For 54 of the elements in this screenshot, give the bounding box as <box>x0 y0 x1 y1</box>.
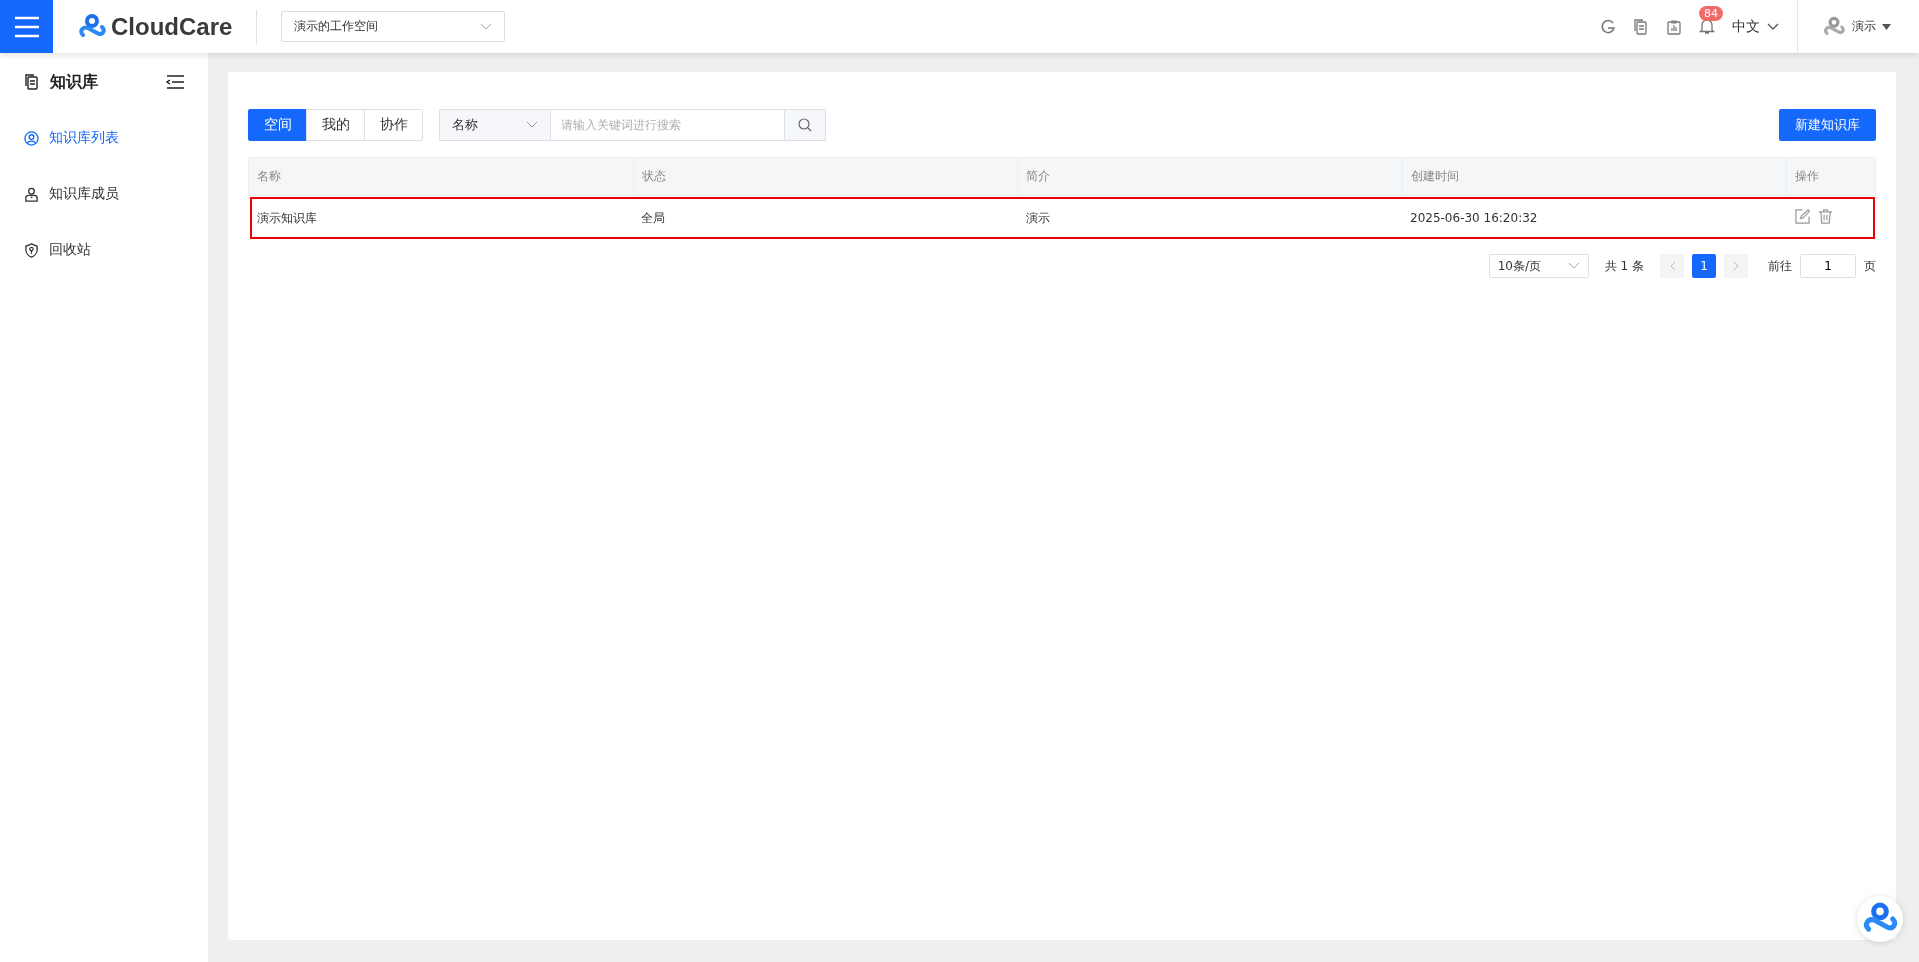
chevron-left-icon <box>1668 261 1676 271</box>
document-icon <box>24 74 40 90</box>
new-knowledge-base-button[interactable]: 新建知识库 <box>1779 109 1876 141</box>
logo-text: CloudCare <box>111 12 233 41</box>
table-cell: 演示 <box>1017 195 1402 240</box>
chevron-down-icon <box>526 121 538 129</box>
column-header: 状态 <box>633 157 1018 196</box>
column-header: 创建时间 <box>1402 157 1787 196</box>
search-field-select[interactable]: 名称 <box>439 109 551 141</box>
chevron-right-icon <box>1732 261 1740 271</box>
goto-label: 前往 <box>1768 257 1792 275</box>
sidebar-item[interactable]: 知识库列表 <box>0 121 208 155</box>
column-header: 简介 <box>1017 157 1402 196</box>
table-cell: 演示知识库 <box>248 195 633 240</box>
tab[interactable]: 我的 <box>306 109 365 141</box>
total-count: 共 1 条 <box>1604 257 1644 275</box>
shield-icon <box>24 242 39 258</box>
user-menu[interactable]: 演示 <box>1822 15 1891 38</box>
page-number[interactable]: 1 <box>1692 254 1716 278</box>
page-suffix: 页 <box>1864 257 1876 275</box>
chevron-down-icon <box>1567 262 1580 270</box>
search-input[interactable]: 请输入关键词进行搜索 <box>551 109 785 141</box>
user-circle-icon <box>24 130 39 146</box>
caret-down-icon <box>1882 23 1891 30</box>
table-row[interactable]: 演示知识库 全局 演示 2025-06-30 16:20:32 <box>248 195 1876 240</box>
tab[interactable]: 空间 <box>248 109 307 141</box>
chevron-down-icon <box>480 22 493 31</box>
menu-icon <box>13 15 40 38</box>
avatar-icon <box>1822 15 1846 38</box>
goto-page-input[interactable]: 1 <box>1800 254 1856 278</box>
notification-badge: 84 <box>1699 6 1723 21</box>
collapse-menu-icon[interactable] <box>166 75 184 89</box>
page-size-select[interactable]: 10条/页 <box>1488 254 1589 278</box>
workspace-select[interactable]: 演示的工作空间 <box>281 11 506 42</box>
sidebar-item[interactable]: 回收站 <box>0 233 208 267</box>
sidebar-title: 知识库 <box>50 71 99 93</box>
clipboard-chart-icon[interactable] <box>1666 18 1682 35</box>
trash-icon[interactable] <box>1817 209 1833 224</box>
column-header: 名称 <box>248 157 633 196</box>
column-header: 操作 <box>1786 157 1876 196</box>
g-letter-icon[interactable] <box>1600 18 1616 35</box>
bell-icon[interactable] <box>1699 18 1715 35</box>
tab[interactable]: 协作 <box>364 109 423 141</box>
document-icon[interactable] <box>1633 18 1649 35</box>
chevron-down-icon <box>1767 22 1779 31</box>
search-button[interactable] <box>785 109 826 141</box>
search-icon <box>798 118 812 132</box>
edit-icon[interactable] <box>1794 209 1810 224</box>
user-badge-icon <box>24 186 39 202</box>
language-select[interactable]: 中文 <box>1732 17 1779 36</box>
table-cell: 2025-06-30 16:20:32 <box>1402 195 1787 240</box>
sidebar-item[interactable]: 知识库成员 <box>0 177 208 211</box>
menu-button[interactable] <box>0 0 53 53</box>
table-cell: 全局 <box>633 195 1018 240</box>
